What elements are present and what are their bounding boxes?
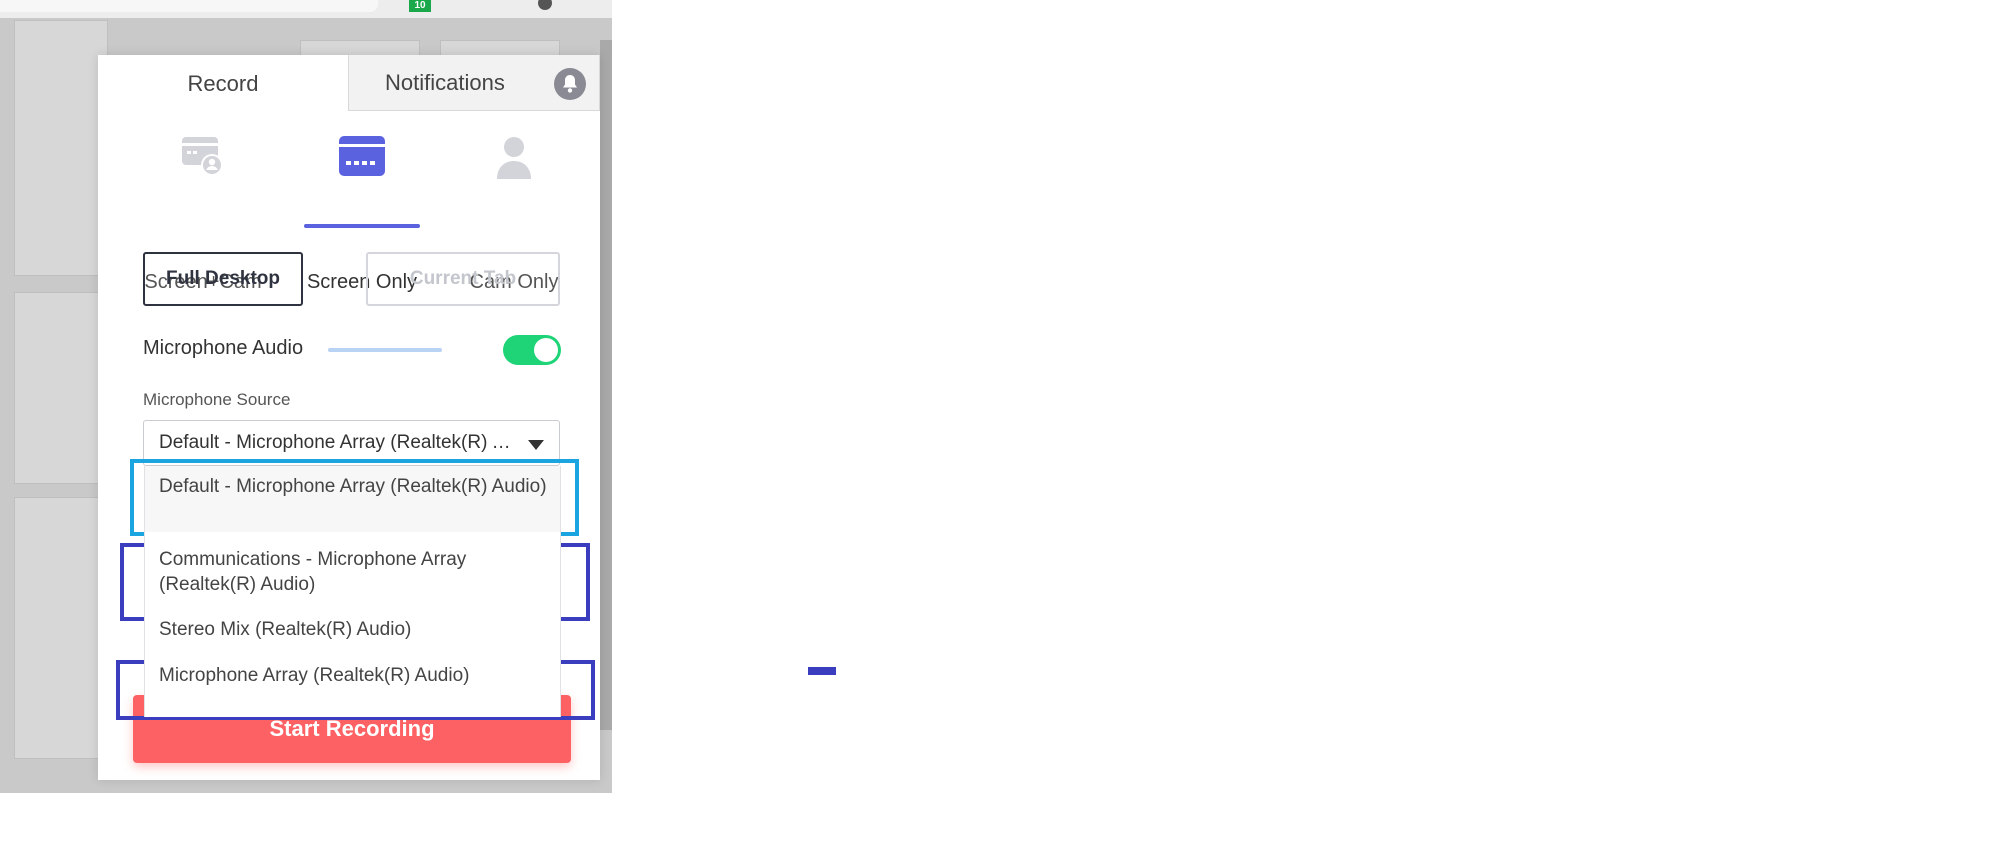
profile-avatar-icon[interactable] xyxy=(538,0,552,10)
full-desktop-button[interactable]: Full Desktop xyxy=(143,252,303,306)
bell-icon xyxy=(554,68,586,100)
tab-notifications-label: Notifications xyxy=(385,70,505,95)
dropdown-option[interactable]: Microphone Array (Realtek(R) Audio) xyxy=(145,655,560,717)
dropdown-option[interactable]: Stereo Mix (Realtek(R) Audio) xyxy=(145,607,560,655)
screen-cam-icon xyxy=(180,135,226,184)
annotation-mark xyxy=(808,667,836,675)
microphone-toggle[interactable] xyxy=(503,335,561,365)
background-thumbnail xyxy=(14,497,108,759)
microphone-level-meter xyxy=(328,348,442,352)
current-tab-button[interactable]: Current Tab xyxy=(366,252,560,306)
microphone-source-value: Default - Microphone Array (Realtek(R) A… xyxy=(159,432,514,453)
browser-toolbar: 10 xyxy=(0,0,612,18)
microphone-source-dropdown: Default - Microphone Array (Realtek(R) A… xyxy=(144,466,561,717)
screen-only-icon xyxy=(338,135,386,182)
cam-only-icon xyxy=(494,135,534,184)
dropdown-option[interactable]: Communications - Microphone Array (Realt… xyxy=(145,532,560,607)
background-thumbnail xyxy=(14,20,108,276)
address-bar[interactable] xyxy=(0,0,378,12)
popup-tabs: Record Notifications xyxy=(98,55,600,113)
dropdown-option[interactable]: Default - Microphone Array (Realtek(R) A… xyxy=(145,466,560,532)
active-mode-indicator xyxy=(304,224,420,228)
tab-notifications[interactable]: Notifications xyxy=(348,55,600,111)
page-scrollbar[interactable] xyxy=(600,40,612,730)
recorder-popup: Record Notifications Screen+Cam Screen O… xyxy=(98,55,600,780)
microphone-source-label: Microphone Source xyxy=(143,390,291,409)
toggle-knob xyxy=(534,338,558,362)
tab-record[interactable]: Record xyxy=(98,55,348,113)
background-thumbnail xyxy=(14,292,108,484)
extension-badge[interactable]: 10 xyxy=(409,0,431,12)
microphone-audio-label: Microphone Audio xyxy=(143,337,304,359)
chevron-down-icon xyxy=(528,440,544,450)
